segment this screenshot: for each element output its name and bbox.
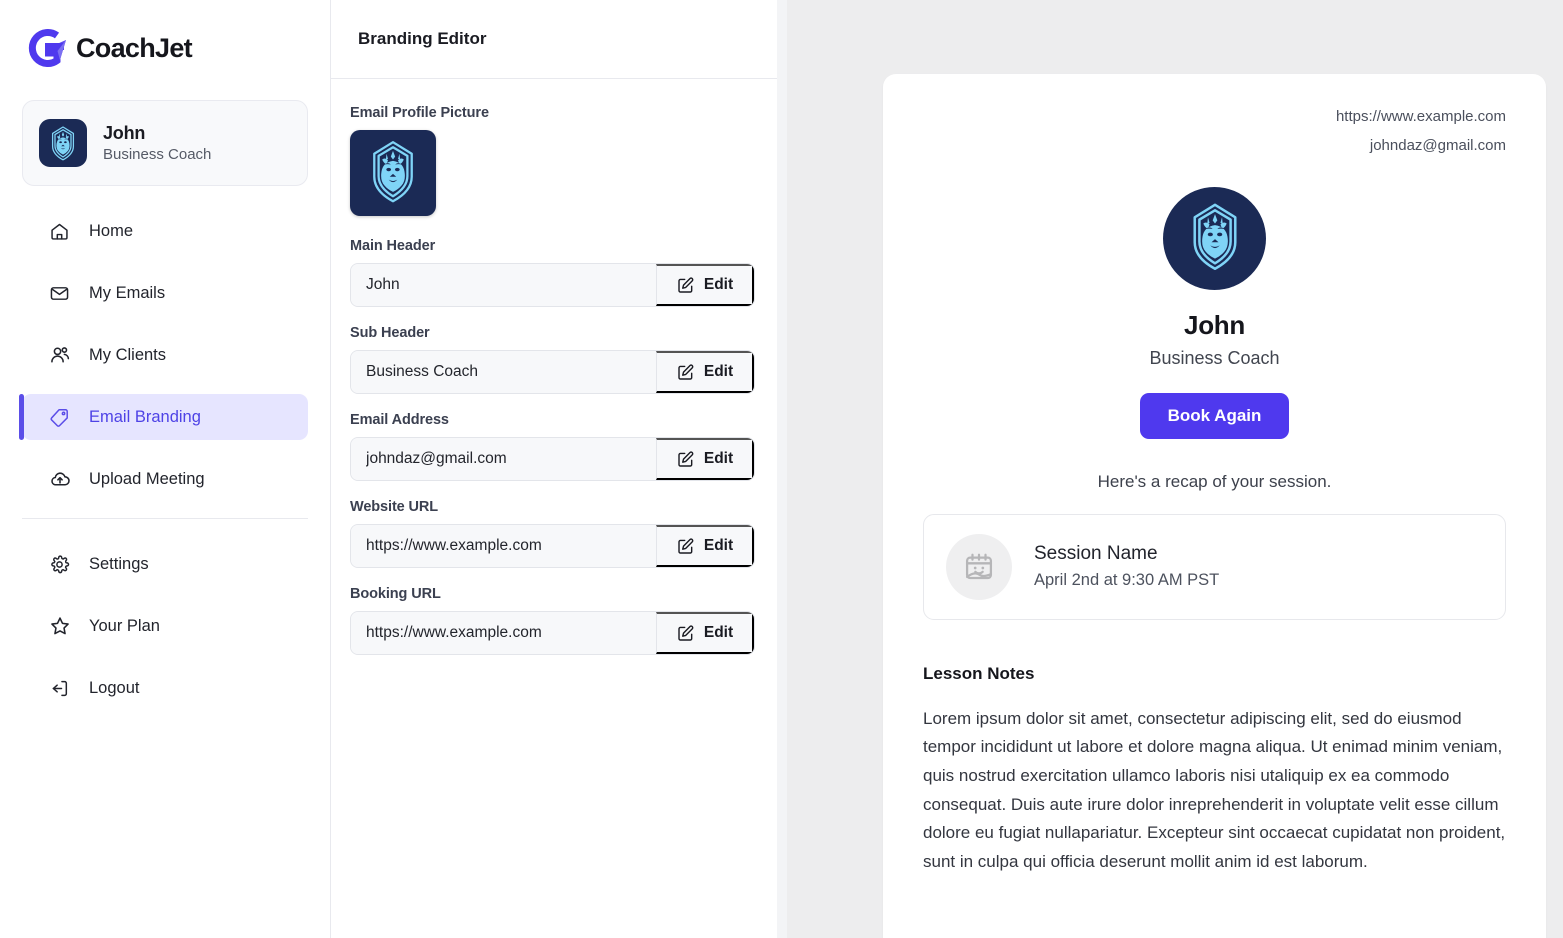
lesson-notes-body: Lorem ipsum dolor sit amet, consectetur … xyxy=(923,708,1506,872)
field-sub-header: Sub Header Edit xyxy=(350,325,755,394)
field-label: Booking URL xyxy=(350,586,441,602)
edit-main-header-button[interactable]: Edit xyxy=(656,264,754,306)
sidebar-item-label: My Emails xyxy=(89,283,166,302)
sidebar-item-email-branding[interactable]: Email Branding xyxy=(19,394,308,440)
field-website-url: Website URL Edit xyxy=(350,499,755,568)
email-header-contact: https://www.example.com johndaz@gmail.co… xyxy=(923,102,1506,161)
edit-website-url-button[interactable]: Edit xyxy=(656,525,754,567)
sidebar-item-label: Settings xyxy=(89,554,149,573)
user-role: Business Coach xyxy=(103,146,212,163)
home-icon xyxy=(48,220,71,243)
main-header-input[interactable] xyxy=(351,264,656,306)
lesson-notes-heading: Lesson Notes xyxy=(923,663,1035,683)
input-row: Edit xyxy=(350,611,755,655)
page-title: Branding Editor xyxy=(358,29,487,48)
sidebar-item-home[interactable]: Home xyxy=(22,208,308,254)
sidebar-item-label: Upload Meeting xyxy=(89,469,205,488)
sidebar-item-my-clients[interactable]: My Clients xyxy=(22,332,308,378)
sidebar-item-label: My Clients xyxy=(89,345,167,364)
sidebar-item-label: Email Branding xyxy=(89,407,201,426)
input-row: Edit xyxy=(350,437,755,481)
profile-picture-label: Email Profile Picture xyxy=(350,105,489,121)
field-email-address: Email Address Edit xyxy=(350,412,755,481)
field-main-header: Main Header Edit xyxy=(350,238,755,307)
sidebar-item-logout[interactable]: Logout xyxy=(22,665,308,711)
pencil-square-icon xyxy=(676,276,695,295)
field-label: Main Header xyxy=(350,238,436,254)
editor-header: Branding Editor xyxy=(331,0,777,79)
sidebar-item-label: Logout xyxy=(89,678,140,697)
sidebar-item-settings[interactable]: Settings xyxy=(22,541,308,587)
pencil-square-icon xyxy=(676,624,695,643)
field-label: Email Address xyxy=(350,412,449,428)
book-again-button[interactable]: Book Again xyxy=(1139,392,1290,439)
secondary-navigation: Settings Your Plan Logout xyxy=(0,541,330,711)
pencil-square-icon xyxy=(676,363,695,382)
calendar-smiley-icon xyxy=(946,533,1012,600)
logout-icon xyxy=(48,677,71,700)
edit-booking-url-button[interactable]: Edit xyxy=(656,612,754,654)
session-card: Session Name April 2nd at 9:30 AM PST xyxy=(923,513,1506,620)
sidebar-item-label: Home xyxy=(89,221,134,240)
tag-icon xyxy=(48,406,71,429)
field-booking-url: Booking URL Edit xyxy=(350,586,755,655)
sidebar-item-my-emails[interactable]: My Emails xyxy=(22,270,308,316)
lion-crest-avatar-icon xyxy=(1176,197,1254,280)
app-logo[interactable]: CoachJet xyxy=(0,0,330,70)
sidebar-item-upload-meeting[interactable]: Upload Meeting xyxy=(22,456,308,502)
preview-website-url: https://www.example.com xyxy=(1335,108,1506,125)
booking-url-input[interactable] xyxy=(351,612,656,654)
gear-icon xyxy=(48,553,71,576)
editor-body: Email Profile Picture Main Header John E… xyxy=(331,79,777,673)
email-profile-picture-thumbnail[interactable] xyxy=(350,130,436,216)
preview-gutter xyxy=(777,0,787,938)
sub-header-input[interactable] xyxy=(351,351,656,393)
email-address-input[interactable] xyxy=(351,438,656,480)
session-datetime: April 2nd at 9:30 AM PST xyxy=(1034,571,1220,589)
input-row: Edit xyxy=(350,524,755,568)
pencil-square-icon xyxy=(676,450,695,469)
profile-picture-block: Email Profile Picture xyxy=(350,105,755,216)
preview-recap-text: Here's a recap of your session. xyxy=(1097,471,1332,491)
lion-crest-avatar-icon xyxy=(39,119,87,167)
people-icon xyxy=(48,344,71,367)
input-row: Edit xyxy=(350,263,755,307)
preview-email-address: johndaz@gmail.com xyxy=(1369,137,1506,155)
preview-sub-header: Business Coach xyxy=(1149,347,1280,368)
user-profile-card[interactable]: John Business Coach xyxy=(22,100,308,186)
cloud-upload-icon xyxy=(48,468,71,491)
edit-button-label: Edit xyxy=(703,363,734,380)
star-icon xyxy=(48,615,71,638)
sidebar: CoachJet John Business Coach Home My Ema… xyxy=(0,0,331,938)
user-name: John xyxy=(103,123,146,143)
sidebar-item-your-plan[interactable]: Your Plan xyxy=(22,603,308,649)
lion-crest-avatar-icon xyxy=(357,135,429,212)
app-name: CoachJet xyxy=(76,32,193,63)
email-preview-card: https://www.example.com johndaz@gmail.co… xyxy=(883,74,1546,938)
input-row: Edit xyxy=(350,350,755,394)
edit-button-label: Edit xyxy=(703,537,734,554)
sidebar-divider xyxy=(22,518,308,519)
edit-sub-header-button[interactable]: Edit xyxy=(656,351,754,393)
edit-button-label: Edit xyxy=(703,450,734,467)
field-label: Website URL xyxy=(350,499,439,515)
website-url-input[interactable] xyxy=(351,525,656,567)
pencil-square-icon xyxy=(676,537,695,556)
session-name: Session Name xyxy=(1034,543,1158,564)
email-preview-panel: https://www.example.com johndaz@gmail.co… xyxy=(787,0,1563,938)
branding-editor-panel: Branding Editor Email Profile Picture Ma… xyxy=(331,0,777,938)
field-label: Sub Header xyxy=(350,325,430,341)
preview-main-header: John xyxy=(1184,309,1245,340)
edit-button-label: Edit xyxy=(703,624,734,641)
edit-email-address-button[interactable]: Edit xyxy=(656,438,754,480)
sidebar-item-label: Your Plan xyxy=(89,616,160,635)
edit-button-label: Edit xyxy=(703,276,734,293)
primary-navigation: Home My Emails My Clients Email Branding… xyxy=(0,208,330,502)
envelope-icon xyxy=(48,282,71,305)
coachjet-g-jet-logo-icon xyxy=(24,26,70,70)
preview-logo xyxy=(1163,186,1266,290)
